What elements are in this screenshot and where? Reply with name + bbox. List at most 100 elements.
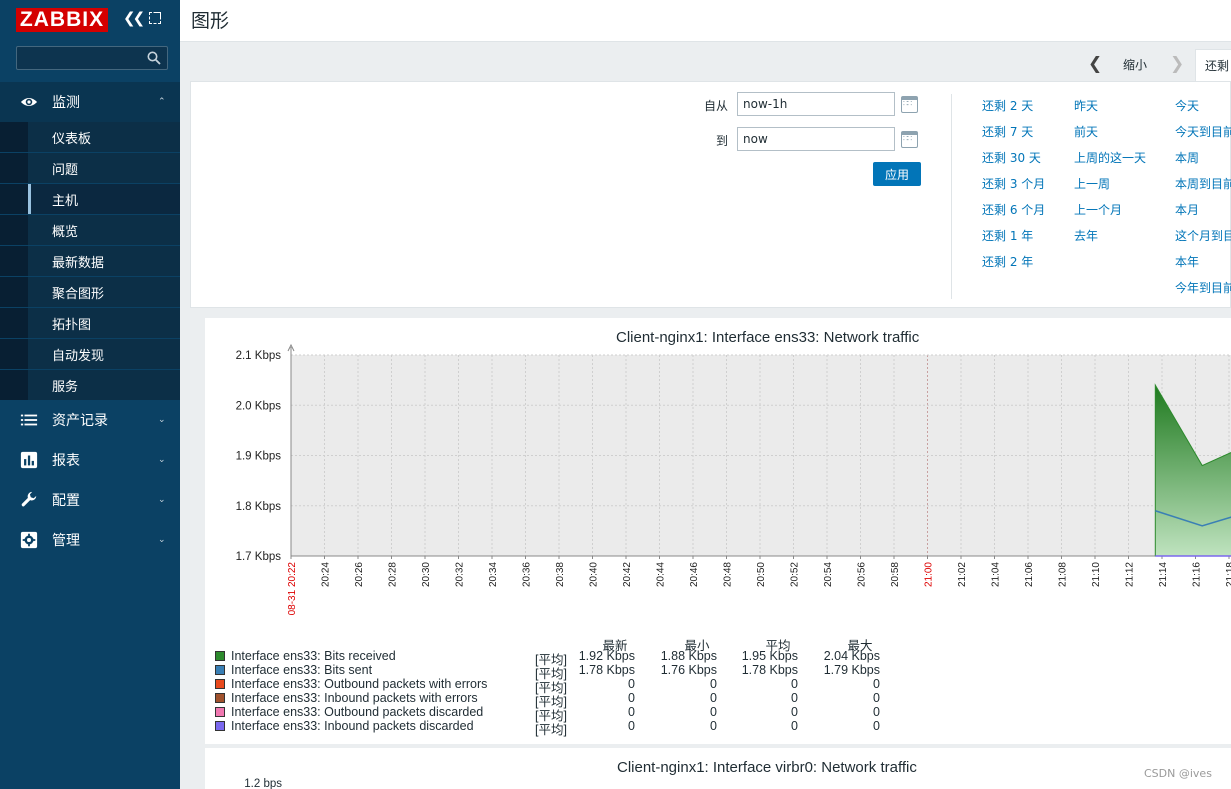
menu-reports-label: 报表: [52, 453, 80, 469]
from-label: 自从: [703, 99, 728, 113]
y-tick-label: 1.9 Kbps: [236, 451, 282, 463]
submenu-item-overview[interactable]: 概览: [0, 215, 180, 246]
quick-range-link[interactable]: 今年到目前: [1175, 279, 1231, 296]
menu-inventory[interactable]: 资产记录 ⌄: [0, 400, 180, 440]
quick-range-link[interactable]: 还剩 1 年: [982, 227, 1033, 244]
menu-administration-label: 管理: [52, 533, 80, 549]
chevron-left-icon[interactable]: ❮: [1088, 54, 1102, 74]
quick-range-link[interactable]: 上周的这一天: [1074, 149, 1146, 166]
to-input[interactable]: [737, 127, 895, 151]
quick-range-link[interactable]: 还剩 2 年: [982, 253, 1033, 270]
legend-function: [平均]: [535, 723, 567, 737]
submenu-item-hosts[interactable]: 主机: [0, 184, 180, 215]
submenu-item-services[interactable]: 服务: [0, 370, 180, 401]
legend-value: 0: [710, 677, 717, 691]
chevron-right-icon[interactable]: ❯: [1170, 54, 1184, 74]
quick-range-link[interactable]: 本年: [1175, 253, 1199, 270]
x-tick-label: 20:50: [756, 562, 767, 587]
menu-configuration[interactable]: 配置 ⌄: [0, 480, 180, 520]
legend-value: 1.95 Kbps: [741, 649, 798, 663]
menu-administration[interactable]: 管理 ⌄: [0, 520, 180, 560]
watermark: CSDN @ives: [1144, 767, 1212, 780]
submenu-item-discovery[interactable]: 自动发现: [0, 339, 180, 370]
zabbix-logo[interactable]: ZABBIX: [16, 8, 108, 32]
x-tick-label: 20:42: [622, 562, 633, 587]
x-tick-label: 20:46: [689, 562, 700, 587]
quick-range-link[interactable]: 还剩 2 天: [982, 97, 1033, 114]
quick-range-link[interactable]: 昨天: [1074, 97, 1098, 114]
x-tick-label: 21:02: [957, 562, 968, 587]
quick-range-link[interactable]: 还剩 7 天: [982, 123, 1033, 140]
legend-value: 1.76 Kbps: [660, 663, 717, 677]
x-tick-label: 20:32: [455, 562, 466, 587]
x-tick-label: 21:06: [1024, 562, 1035, 587]
time-filter-panel: 自从 到 应用 还剩 2 天 还剩 7 天 还剩 30 天 还剩 3 个月 还剩…: [190, 81, 1231, 308]
legend-value: 1.78 Kbps: [578, 663, 635, 677]
gear-icon: [20, 531, 38, 549]
chevron-down-icon: ⌄: [158, 415, 166, 425]
submenu-item-problems[interactable]: 问题: [0, 153, 180, 184]
graph-panel: Client-nginx1: Interface ens33: Network …: [205, 318, 1231, 744]
legend-value: 0: [710, 691, 717, 705]
submenu-item-maps[interactable]: 拓扑图: [0, 308, 180, 339]
legend-value: 0: [791, 677, 798, 691]
legend-value: 0: [710, 719, 717, 733]
bar-chart-icon: [20, 451, 38, 469]
collapse-sidebar-icon[interactable]: ❮❮: [123, 9, 145, 27]
submenu-item-dashboard[interactable]: 仪表板: [0, 122, 180, 153]
quick-range-link[interactable]: 本周到目前: [1175, 175, 1231, 192]
legend-value: 0: [791, 691, 798, 705]
quick-range-link[interactable]: 本月: [1175, 201, 1199, 218]
legend-swatch: [215, 707, 225, 717]
sidebar: ZABBIX ❮❮ 监测 ⌃ 仪表板 问题 主机 概览 最新数据 聚合图形 拓扑…: [0, 0, 180, 789]
legend-value: 1.92 Kbps: [578, 649, 635, 663]
quick-range-link[interactable]: 这个月到目前: [1175, 227, 1231, 244]
kiosk-mode-icon[interactable]: [149, 12, 161, 24]
from-input[interactable]: [737, 92, 895, 116]
zoom-out-button[interactable]: 缩小: [1123, 56, 1147, 73]
x-tick-label: 20:30: [421, 562, 432, 587]
quick-range-link[interactable]: 上一个月: [1074, 201, 1122, 218]
legend-swatch: [215, 679, 225, 689]
legend-row: Interface ens33: Bits sent [平均] 1.78 Kbps 1…: [215, 663, 935, 681]
calendar-icon[interactable]: [901, 131, 918, 148]
menu-reports[interactable]: 报表 ⌄: [0, 440, 180, 480]
quick-range-link[interactable]: 本周: [1175, 149, 1199, 166]
quick-range-link[interactable]: 上一周: [1074, 175, 1110, 192]
x-tick-label: 20:40: [589, 562, 600, 587]
legend-item-name: Interface ens33: Bits received: [231, 649, 396, 663]
y-tick-label: 2.1 Kbps: [236, 350, 282, 362]
search-icon[interactable]: [147, 51, 161, 65]
calendar-icon[interactable]: [901, 96, 918, 113]
x-tick-label: 21:08: [1058, 562, 1069, 587]
sidebar-search-input[interactable]: [16, 46, 168, 70]
chevron-down-icon: ⌄: [158, 455, 166, 465]
legend-value: 0: [628, 719, 635, 733]
x-tick-label: 20:34: [488, 562, 499, 587]
x-tick-label: 20:28: [388, 562, 399, 587]
page-header: 图形: [180, 0, 1231, 42]
chevron-down-icon: ⌄: [158, 495, 166, 505]
quick-range-link[interactable]: 前天: [1074, 123, 1098, 140]
page-title: 图形: [191, 10, 230, 32]
quick-range-link[interactable]: 还剩 6 个月: [982, 201, 1045, 218]
x-tick-label: 20:52: [790, 562, 801, 587]
submenu-item-latest-data[interactable]: 最新数据: [0, 246, 180, 277]
legend-item-name: Interface ens33: Inbound packets discard…: [231, 719, 474, 733]
quick-range-link[interactable]: 还剩 3 个月: [982, 175, 1045, 192]
apply-button[interactable]: 应用: [873, 162, 921, 186]
quick-range-link[interactable]: 今天: [1175, 97, 1199, 114]
tab-time-filter[interactable]: 还剩: [1195, 49, 1231, 83]
legend-value: 0: [873, 677, 880, 691]
quick-range-link[interactable]: 今天到目前: [1175, 123, 1231, 140]
quick-range-link[interactable]: 去年: [1074, 227, 1098, 244]
x-tick-label: 08-31 20:22: [287, 562, 298, 616]
menu-monitoring[interactable]: 监测 ⌃: [0, 82, 180, 122]
wrench-icon: [21, 491, 37, 507]
legend-value: 0: [628, 677, 635, 691]
x-tick-label: 21:18: [1225, 562, 1231, 587]
x-tick-label: 21:16: [1192, 562, 1203, 587]
chevron-up-icon: ⌃: [158, 97, 166, 107]
submenu-item-screens[interactable]: 聚合图形: [0, 277, 180, 308]
quick-range-link[interactable]: 还剩 30 天: [982, 149, 1041, 166]
